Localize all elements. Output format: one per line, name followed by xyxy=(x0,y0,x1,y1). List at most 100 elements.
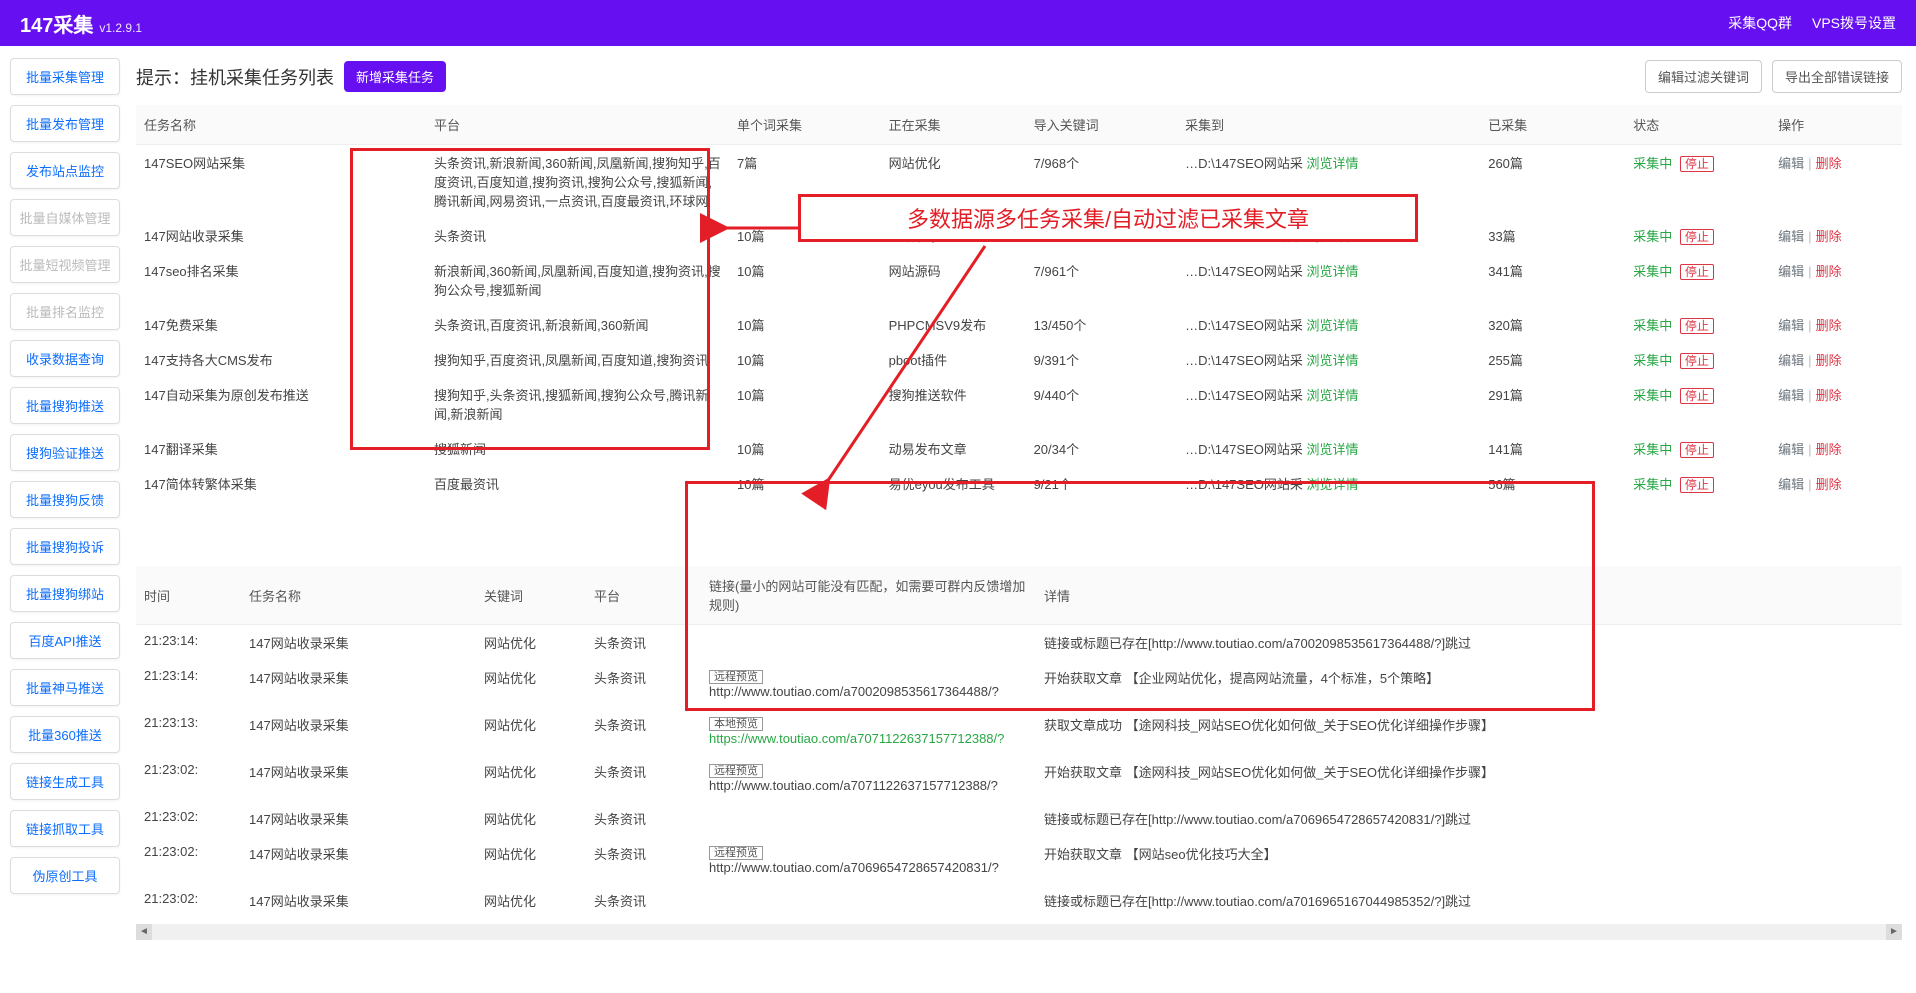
th-single: 单个词采集 xyxy=(729,105,881,145)
url-text[interactable]: http://www.toutiao.com/a7069654728657420… xyxy=(709,860,999,875)
table-row: 147翻译采集搜狐新闻10篇动易发布文章20/34个…D:\147SEO网站采 … xyxy=(136,431,1902,466)
cell-keyword: 网站优化 xyxy=(476,707,586,754)
edit-link[interactable]: 编辑 xyxy=(1778,156,1804,171)
delete-link[interactable]: 删除 xyxy=(1816,442,1842,457)
stop-button[interactable]: 停止 xyxy=(1680,442,1714,458)
stop-button[interactable]: 停止 xyxy=(1680,353,1714,369)
cell-log-platform: 头条资讯 xyxy=(586,883,701,918)
new-task-button[interactable]: 新增采集任务 xyxy=(344,61,446,92)
delete-link[interactable]: 删除 xyxy=(1816,353,1842,368)
browse-detail-link[interactable]: 浏览详情 xyxy=(1306,156,1358,171)
scroll-right-icon[interactable]: ► xyxy=(1886,924,1902,940)
url-text[interactable]: https://www.toutiao.com/a707112263715771… xyxy=(709,731,1004,746)
stop-button[interactable]: 停止 xyxy=(1680,318,1714,334)
cell-platform: 头条资讯,新浪新闻,360新闻,凤凰新闻,搜狗知乎,百度资讯,百度知道,搜狗资讯… xyxy=(426,145,729,219)
browse-detail-link[interactable]: 浏览详情 xyxy=(1306,353,1358,368)
cell-op: 编辑|删除 xyxy=(1770,307,1902,342)
cell-link xyxy=(701,625,1036,661)
sidebar-item-17[interactable]: 伪原创工具 xyxy=(10,857,120,894)
url-text[interactable]: http://www.toutiao.com/a7002098535617364… xyxy=(709,684,999,699)
stop-button[interactable]: 停止 xyxy=(1680,477,1714,493)
cell-keyword: 网站优化 xyxy=(476,883,586,918)
delete-link[interactable]: 删除 xyxy=(1816,156,1842,171)
scroll-left-icon[interactable]: ◄ xyxy=(136,924,152,940)
cell-target: …D:\147SEO网站采 浏览详情 xyxy=(1177,466,1480,501)
preview-badge[interactable]: 远程预览 xyxy=(709,846,763,860)
sidebar-item-11[interactable]: 批量搜狗绑站 xyxy=(10,575,120,612)
sidebar-item-0[interactable]: 批量采集管理 xyxy=(10,58,120,95)
top-links: 采集QQ群 VPS拨号设置 xyxy=(1728,13,1896,33)
delete-link[interactable]: 删除 xyxy=(1816,388,1842,403)
cell-platform: 搜狗知乎,头条资讯,搜狐新闻,搜狗公众号,腾讯新闻,新浪新闻 xyxy=(426,377,729,431)
delete-link[interactable]: 删除 xyxy=(1816,477,1842,492)
th-platform: 平台 xyxy=(426,105,729,145)
stop-button[interactable]: 停止 xyxy=(1680,229,1714,245)
cell-detail: 开始获取文章 【途网科技_网站SEO优化如何做_关于SEO优化详细操作步骤】 xyxy=(1036,754,1902,801)
delete-link[interactable]: 删除 xyxy=(1816,264,1842,279)
task-table: 任务名称 平台 单个词采集 正在采集 导入关键词 采集到 已采集 状态 操作 1… xyxy=(136,105,1902,501)
preview-badge[interactable]: 远程预览 xyxy=(709,764,763,778)
sidebar-item-12[interactable]: 百度API推送 xyxy=(10,622,120,659)
link-qq-group[interactable]: 采集QQ群 xyxy=(1728,13,1792,33)
preview-badge[interactable]: 远程预览 xyxy=(709,670,763,684)
stop-button[interactable]: 停止 xyxy=(1680,156,1714,172)
cell-keyword: 网站优化 xyxy=(476,801,586,836)
delete-link[interactable]: 删除 xyxy=(1816,318,1842,333)
th-log-platform: 平台 xyxy=(586,566,701,625)
stop-button[interactable]: 停止 xyxy=(1680,264,1714,280)
sidebar-item-3: 批量自媒体管理 xyxy=(10,199,120,236)
sidebar-item-15[interactable]: 链接生成工具 xyxy=(10,763,120,800)
cell-import: 9/21个 xyxy=(1026,466,1178,501)
horizontal-scrollbar[interactable]: ◄ ► xyxy=(136,924,1902,940)
edit-link[interactable]: 编辑 xyxy=(1778,477,1804,492)
sidebar-item-14[interactable]: 批量360推送 xyxy=(10,716,120,753)
stop-button[interactable]: 停止 xyxy=(1680,388,1714,404)
edit-link[interactable]: 编辑 xyxy=(1778,353,1804,368)
edit-link[interactable]: 编辑 xyxy=(1778,442,1804,457)
browse-detail-link[interactable]: 浏览详情 xyxy=(1306,318,1358,333)
url-text[interactable]: http://www.toutiao.com/a7071122637157712… xyxy=(709,778,998,793)
th-count: 已采集 xyxy=(1480,105,1625,145)
cell-target: …D:\147SEO网站采 浏览详情 xyxy=(1177,253,1480,307)
browse-detail-link[interactable]: 浏览详情 xyxy=(1306,229,1358,244)
cell-platform: 新浪新闻,360新闻,凤凰新闻,百度知道,搜狗资讯,搜狗公众号,搜狐新闻 xyxy=(426,253,729,307)
sidebar-item-10[interactable]: 批量搜狗投诉 xyxy=(10,528,120,565)
browse-detail-link[interactable]: 浏览详情 xyxy=(1306,264,1358,279)
sidebar: 批量采集管理批量发布管理发布站点监控批量自媒体管理批量短视频管理批量排名监控收录… xyxy=(0,46,130,954)
edit-link[interactable]: 编辑 xyxy=(1778,318,1804,333)
cell-time: 21:23:14: xyxy=(136,660,241,707)
edit-link[interactable]: 编辑 xyxy=(1778,229,1804,244)
sidebar-item-7[interactable]: 批量搜狗推送 xyxy=(10,387,120,424)
edit-link[interactable]: 编辑 xyxy=(1778,388,1804,403)
preview-badge[interactable]: 本地预览 xyxy=(709,717,763,731)
log-row: 21:23:14:147网站收录采集网站优化头条资讯远程预览http://www… xyxy=(136,660,1902,707)
export-errors-button[interactable]: 导出全部错误链接 xyxy=(1772,60,1902,93)
delete-link[interactable]: 删除 xyxy=(1816,229,1842,244)
top-bar: 147采集 v1.2.9.1 采集QQ群 VPS拨号设置 xyxy=(0,0,1916,46)
cell-target: …D:\147SEO网站采 浏览详情 xyxy=(1177,377,1480,431)
link-vps-settings[interactable]: VPS拨号设置 xyxy=(1812,13,1896,33)
sidebar-item-2[interactable]: 发布站点监控 xyxy=(10,152,120,189)
edit-filter-button[interactable]: 编辑过滤关键词 xyxy=(1645,60,1762,93)
cell-count: 291篇 xyxy=(1480,377,1625,431)
cell-platform: 头条资讯,百度资讯,新浪新闻,360新闻 xyxy=(426,307,729,342)
sidebar-item-6[interactable]: 收录数据查询 xyxy=(10,340,120,377)
cell-detail: 开始获取文章 【企业网站优化，提高网站流量，4个标准，5个策略】 xyxy=(1036,660,1902,707)
browse-detail-link[interactable]: 浏览详情 xyxy=(1306,388,1358,403)
cell-platform: 头条资讯 xyxy=(426,218,729,253)
sidebar-item-1[interactable]: 批量发布管理 xyxy=(10,105,120,142)
cell-detail: 链接或标题已存在[http://www.toutiao.com/a7069654… xyxy=(1036,801,1902,836)
cell-time: 21:23:13: xyxy=(136,707,241,754)
cell-task: 147自动采集为原创发布推送 xyxy=(136,377,426,431)
browse-detail-link[interactable]: 浏览详情 xyxy=(1306,442,1358,457)
sidebar-item-16[interactable]: 链接抓取工具 xyxy=(10,810,120,847)
cell-status: 采集中 停止 xyxy=(1625,307,1770,342)
sidebar-item-9[interactable]: 批量搜狗反馈 xyxy=(10,481,120,518)
th-link: 链接(量小的网站可能没有匹配，如需要可群内反馈增加规则) xyxy=(701,566,1036,625)
status-badge: 采集中 xyxy=(1633,156,1672,171)
browse-detail-link[interactable]: 浏览详情 xyxy=(1306,477,1358,492)
sidebar-item-8[interactable]: 搜狗验证推送 xyxy=(10,434,120,471)
sidebar-item-13[interactable]: 批量神马推送 xyxy=(10,669,120,706)
edit-link[interactable]: 编辑 xyxy=(1778,264,1804,279)
cell-collecting: 网站源码 xyxy=(881,253,1026,307)
